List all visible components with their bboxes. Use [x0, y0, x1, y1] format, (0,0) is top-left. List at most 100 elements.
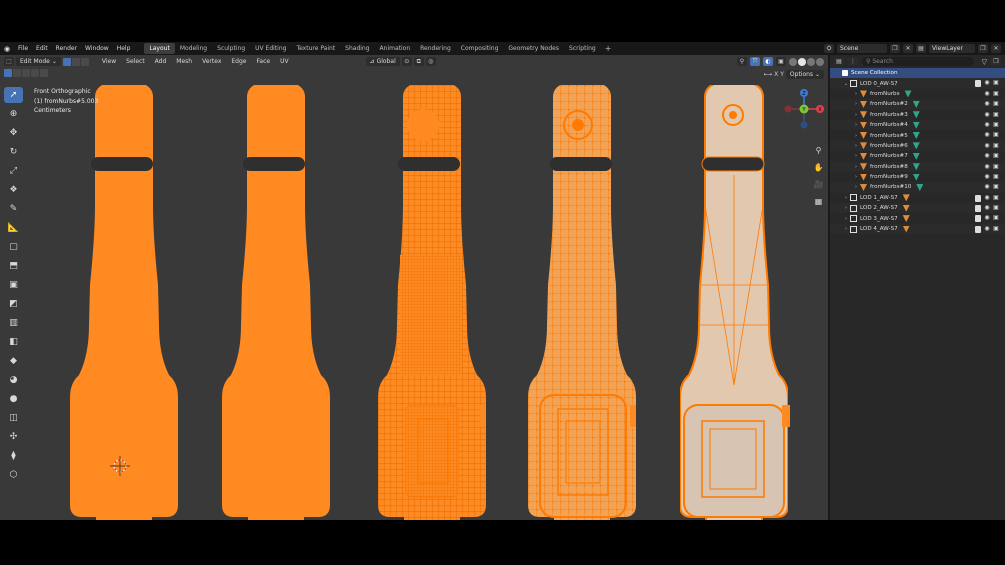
vertex-select-icon[interactable]: [62, 57, 71, 66]
pan-hand-icon[interactable]: ✋: [811, 160, 826, 174]
expand-right-icon[interactable]: ›: [852, 122, 860, 128]
expand-right-icon[interactable]: ›: [852, 174, 860, 180]
expand-right-icon[interactable]: ›: [842, 195, 850, 201]
select-extend-icon[interactable]: [13, 69, 21, 77]
menu-help[interactable]: Help: [113, 42, 135, 55]
render-camera-icon[interactable]: ▣: [993, 183, 999, 190]
view-layer-field[interactable]: ViewLayer: [929, 44, 975, 53]
render-camera-icon[interactable]: ▣: [993, 194, 999, 201]
tab-rendering[interactable]: Rendering: [415, 43, 456, 54]
inset-tool-icon[interactable]: ▣: [4, 277, 23, 293]
proportional-edit-icon[interactable]: ◎: [425, 57, 436, 66]
render-camera-icon[interactable]: ▣: [993, 100, 999, 107]
tab-animation[interactable]: Animation: [375, 43, 416, 54]
new-scene-icon[interactable]: ❐: [890, 44, 900, 53]
axis-x-toggle[interactable]: X: [774, 71, 778, 78]
mirror-icon[interactable]: ⟷: [763, 71, 772, 78]
zoom-icon[interactable]: ⚲: [811, 143, 826, 157]
display-mode-icon[interactable]: ⋮: [848, 57, 858, 66]
viewport-menu-view[interactable]: View: [97, 55, 121, 68]
exclude-checkbox[interactable]: [975, 80, 981, 88]
exclude-checkbox[interactable]: [975, 194, 981, 202]
menu-window[interactable]: Window: [81, 42, 113, 55]
transform-tool-icon[interactable]: ❖: [4, 182, 23, 198]
visibility-eye-icon[interactable]: ◉: [984, 121, 990, 128]
rip-tool-icon[interactable]: ⬡: [4, 467, 23, 483]
menu-render[interactable]: Render: [52, 42, 81, 55]
options-dropdown[interactable]: Options ⌄: [785, 70, 824, 79]
expand-down-icon[interactable]: ⌄: [842, 81, 850, 87]
scene-icon[interactable]: ⛭: [824, 44, 834, 53]
outliner-collection-row[interactable]: › LOD 2_AW-S7 ◉ ▣: [830, 203, 1005, 214]
navigation-gizmo[interactable]: Z X Y: [782, 87, 826, 131]
visibility-eye-icon[interactable]: ◉: [984, 100, 990, 107]
new-collection-icon[interactable]: ❐: [991, 57, 1001, 66]
edge-slide-tool-icon[interactable]: ◫: [4, 410, 23, 426]
render-camera-icon[interactable]: ▣: [993, 152, 999, 159]
perspective-grid-icon[interactable]: ▦: [811, 194, 826, 208]
face-select-icon[interactable]: [80, 57, 89, 66]
expand-right-icon[interactable]: ›: [852, 112, 860, 118]
outliner-object-row[interactable]: › fromNurbs#3 ◉ ▣: [830, 110, 1005, 120]
add-cube-tool-icon[interactable]: ▢: [4, 239, 23, 255]
select-new-icon[interactable]: [4, 69, 12, 77]
xray-icon[interactable]: ▣: [776, 57, 786, 66]
viewport-menu-vertex[interactable]: Vertex: [197, 55, 226, 68]
extrude-tool-icon[interactable]: ⬒: [4, 258, 23, 274]
outliner-collection-row[interactable]: › LOD 1_AW-S7 ◉ ▣: [830, 193, 1005, 203]
tab-sculpting[interactable]: Sculpting: [212, 43, 250, 54]
visibility-eye-icon[interactable]: ◉: [984, 214, 990, 221]
view-layer-icon[interactable]: ▤: [916, 44, 926, 53]
solid-shading-icon[interactable]: [798, 57, 806, 66]
scene-collection-row[interactable]: Scene Collection: [830, 68, 1005, 79]
new-view-layer-icon[interactable]: ❐: [978, 44, 988, 53]
render-camera-icon[interactable]: ▣: [993, 121, 999, 128]
visibility-eye-icon[interactable]: ◉: [984, 111, 990, 118]
render-camera-icon[interactable]: ▣: [993, 142, 999, 149]
bevel-tool-icon[interactable]: ◩: [4, 296, 23, 312]
visibility-eye-icon[interactable]: ◉: [984, 90, 990, 97]
smooth-tool-icon[interactable]: ●: [4, 391, 23, 407]
render-camera-icon[interactable]: ▣: [993, 225, 999, 232]
measure-tool-icon[interactable]: 📐: [4, 220, 23, 236]
expand-right-icon[interactable]: ›: [852, 143, 860, 149]
visibility-eye-icon[interactable]: ◉: [984, 79, 990, 86]
tab-uv-editing[interactable]: UV Editing: [250, 43, 291, 54]
render-camera-icon[interactable]: ▣: [993, 90, 999, 97]
render-camera-icon[interactable]: ▣: [993, 131, 999, 138]
expand-right-icon[interactable]: ›: [852, 91, 860, 97]
outliner-object-row[interactable]: › fromNurbs#4 ◉ ▣: [830, 119, 1005, 131]
outliner-object-row[interactable]: › fromNurbs ◉ ▣: [830, 89, 1005, 99]
editor-type-icon[interactable]: ⬚: [4, 57, 14, 66]
delete-view-layer-icon[interactable]: ✕: [991, 44, 1001, 53]
viewport-menu-face[interactable]: Face: [252, 55, 276, 68]
expand-right-icon[interactable]: ›: [842, 226, 850, 232]
render-camera-icon[interactable]: ▣: [993, 214, 999, 221]
expand-right-icon[interactable]: ›: [852, 133, 860, 139]
transform-orientation[interactable]: ⊿ Global: [365, 57, 400, 66]
filter-icon[interactable]: ▽: [982, 58, 987, 66]
gizmo-toggle-icon[interactable]: ⤧: [750, 57, 760, 66]
expand-right-icon[interactable]: ›: [852, 164, 860, 170]
delete-scene-icon[interactable]: ✕: [903, 44, 913, 53]
outliner-object-row[interactable]: › fromNurbs#6 ◉ ▣: [830, 140, 1005, 152]
render-camera-icon[interactable]: ▣: [993, 111, 999, 118]
tab-texture-paint[interactable]: Texture Paint: [291, 43, 340, 54]
outliner-editor-icon[interactable]: ▤: [834, 57, 844, 66]
visibility-eye-icon[interactable]: ◉: [984, 183, 990, 190]
viewport-menu-uv[interactable]: UV: [275, 55, 294, 68]
select-intersect-icon[interactable]: [40, 69, 48, 77]
visibility-eye-icon[interactable]: ◉: [984, 131, 990, 138]
wireframe-shading-icon[interactable]: [789, 57, 797, 66]
camera-view-icon[interactable]: 🎥: [811, 177, 826, 191]
exclude-checkbox[interactable]: [975, 215, 981, 223]
expand-right-icon[interactable]: ›: [842, 216, 850, 222]
overlays-icon[interactable]: ◐: [763, 57, 773, 66]
select-invert-icon[interactable]: [31, 69, 39, 77]
viewport-canvas[interactable]: [0, 55, 828, 520]
add-workspace-button[interactable]: +: [601, 44, 616, 53]
exclude-checkbox[interactable]: [975, 205, 981, 213]
visibility-eye-icon[interactable]: ◉: [984, 225, 990, 232]
visibility-eye-icon[interactable]: ◉: [984, 173, 990, 180]
tab-compositing[interactable]: Compositing: [456, 43, 504, 54]
